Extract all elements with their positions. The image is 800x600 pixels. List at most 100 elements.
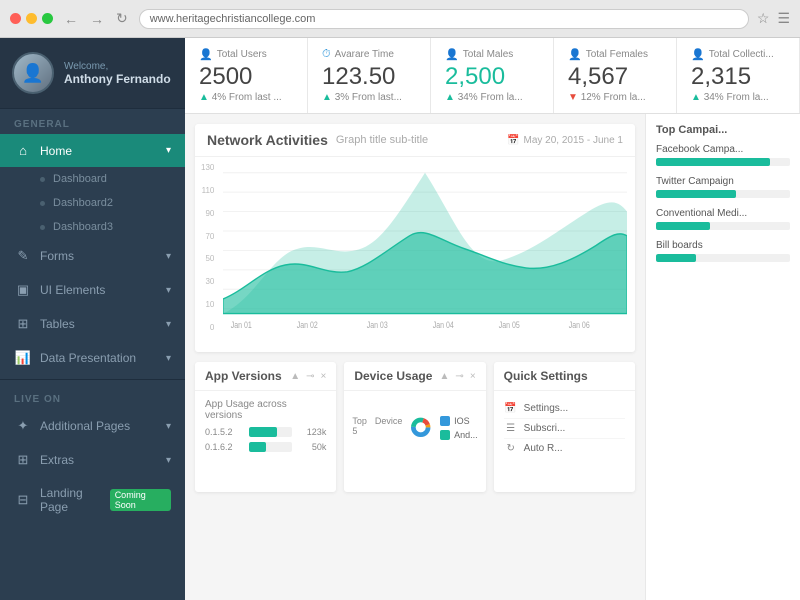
total-females-value: 4,567	[568, 65, 662, 89]
tables-icon: ⊞	[14, 316, 32, 332]
stat-avarare-time: ⏱ Avarare Time 123.50 ▲ 3% From last...	[308, 38, 431, 113]
sidebar-item-tables[interactable]: ⊞ Tables ▾	[0, 307, 185, 341]
chevron-down-icon: ▾	[166, 319, 171, 330]
avarare-time-value: 123.50	[322, 65, 416, 89]
pin-icon[interactable]: ⊸	[455, 371, 463, 382]
star-icon[interactable]: ☆	[757, 10, 770, 27]
version-value-1: 123k	[298, 427, 326, 437]
sidebar-item-additional-pages[interactable]: ✦ Additional Pages ▾	[0, 409, 185, 443]
total-collecti-change: ▲ 34% From la...	[691, 92, 785, 103]
sidebar-item-home[interactable]: ⌂ Home ▾	[0, 134, 185, 167]
sidebar-item-extras-label: Extras	[40, 453, 74, 467]
y-label: 110	[201, 186, 214, 195]
sidebar-item-ui-label: UI Elements	[40, 283, 105, 297]
version-row-2: 0.1.6.2 50k	[205, 442, 326, 452]
quick-settings-title: Quick Settings	[504, 369, 588, 383]
qs-subscri-label: Subscri...	[524, 423, 566, 434]
campaign-bar-bg-billboards	[656, 254, 790, 262]
y-label: 130	[201, 163, 214, 172]
stat-total-females: 👤 Total Females 4,567 ▼ 12% From la...	[554, 38, 677, 113]
network-activities-subtitle: Graph title sub-title	[336, 134, 428, 146]
total-males-value: 2,500	[445, 65, 539, 89]
campaign-twitter: Twitter Campaign	[656, 176, 790, 198]
stats-bar: 👤 Total Users 2500 ▲ 4% From last ... ⏱ …	[185, 38, 800, 114]
sidebar-profile: 👤 Welcome, Anthony Fernando	[0, 38, 185, 109]
main-content: 👤 Total Users 2500 ▲ 4% From last ... ⏱ …	[185, 38, 800, 600]
network-activities-card: Network Activities Graph title sub-title…	[195, 124, 635, 352]
sidebar: 👤 Welcome, Anthony Fernando GENERAL ⌂ Ho…	[0, 38, 185, 600]
total-females-change: ▼ 12% From la...	[568, 92, 662, 103]
campaign-name-conventional: Conventional Medi...	[656, 208, 790, 219]
campaign-bar-fill-billboards	[656, 254, 696, 262]
campaign-name-facebook: Facebook Campa...	[656, 144, 790, 155]
up-icon[interactable]: ▲	[290, 371, 300, 382]
y-axis: 130 110 90 70 50 30 10 0	[197, 163, 218, 332]
sidebar-sub-dashboard3[interactable]: Dashboard3	[0, 215, 185, 239]
refresh-button[interactable]: ↻	[113, 10, 131, 27]
general-section-label: GENERAL	[0, 109, 185, 134]
up-icon[interactable]: ▲	[440, 371, 450, 382]
campaign-bar-bg-conventional	[656, 222, 790, 230]
top5-label: Top 5	[352, 416, 367, 436]
close-icon[interactable]: ×	[320, 371, 326, 382]
forward-button[interactable]: →	[87, 11, 107, 27]
sidebar-item-extras[interactable]: ⊞ Extras ▾	[0, 443, 185, 477]
app-versions-title: App Versions	[205, 369, 282, 383]
address-bar[interactable]: www.heritagechristiancollege.com	[139, 9, 749, 29]
total-collecti-label: Total Collecti...	[709, 49, 774, 60]
svg-text:Jan 02: Jan 02	[297, 320, 318, 330]
total-males-change: ▲ 34% From la...	[445, 92, 539, 103]
welcome-label: Welcome,	[64, 61, 173, 72]
content-left: Network Activities Graph title sub-title…	[185, 114, 645, 600]
total-users-value: 2500	[199, 65, 293, 89]
version-label-1: 0.1.5.2	[205, 427, 243, 437]
browser-chrome: ← → ↻ www.heritagechristiancollege.com ☆…	[0, 0, 800, 38]
qs-settings-label: Settings...	[524, 403, 568, 414]
up-arrow-icon: ▲	[322, 92, 332, 103]
network-chart-svg: Jan 01 Jan 02 Jan 03 Jan 04 Jan 05 Jan 0…	[223, 163, 627, 333]
sidebar-item-forms[interactable]: ✎ Forms ▾	[0, 239, 185, 273]
version-bar-bg-1	[249, 427, 292, 437]
campaign-facebook: Facebook Campa...	[656, 144, 790, 166]
back-button[interactable]: ←	[61, 11, 81, 27]
qs-item-settings[interactable]: 📅 Settings...	[504, 399, 625, 419]
app-versions-header: App Versions ▲ ⊸ ×	[195, 362, 336, 391]
menu-icon[interactable]: ☰	[777, 10, 790, 27]
campaign-name-billboards: Bill boards	[656, 240, 790, 251]
stat-total-users: 👤 Total Users 2500 ▲ 4% From last ...	[185, 38, 308, 113]
y-label: 0	[201, 323, 214, 332]
sidebar-item-data-presentation[interactable]: 📊 Data Presentation ▾	[0, 341, 185, 375]
live-section-label: LIVE ON	[0, 384, 185, 409]
chevron-down-icon: ▾	[166, 251, 171, 262]
calendar-icon: 📅	[507, 135, 519, 146]
sidebar-item-landing-page[interactable]: ⊟ Landing Page Coming Soon	[0, 477, 185, 523]
version-bar-fill-2	[249, 442, 266, 452]
campaign-bar-bg-facebook	[656, 158, 790, 166]
up-arrow-icon: ▲	[691, 92, 701, 103]
device-usage-body: Top 5 Device	[344, 391, 485, 464]
sidebar-sub-dashboard[interactable]: Dashboard	[0, 167, 185, 191]
maximize-dot[interactable]	[42, 13, 53, 24]
close-dot[interactable]	[10, 13, 21, 24]
y-label: 30	[201, 277, 214, 286]
avatar: 👤	[12, 52, 54, 94]
time-icon: ⏱	[322, 48, 331, 61]
campaign-bar-fill-facebook	[656, 158, 770, 166]
chevron-down-icon: ▾	[166, 455, 171, 466]
additional-pages-icon: ✦	[14, 418, 32, 434]
y-label: 90	[201, 209, 214, 218]
pin-icon[interactable]: ⊸	[306, 371, 314, 382]
network-chart-container: 130 110 90 70 50 30 10 0	[195, 157, 635, 352]
minimize-dot[interactable]	[26, 13, 37, 24]
close-icon[interactable]: ×	[470, 371, 476, 382]
data-icon: 📊	[14, 350, 32, 366]
app-versions-actions: ▲ ⊸ ×	[290, 371, 326, 382]
qs-item-subscri[interactable]: ☰ Subscri...	[504, 419, 625, 439]
sidebar-item-ui-elements[interactable]: ▣ UI Elements ▾	[0, 273, 185, 307]
sidebar-item-additional-pages-label: Additional Pages	[40, 419, 130, 433]
up-arrow-icon: ▲	[199, 92, 209, 103]
campaign-conventional: Conventional Medi...	[656, 208, 790, 230]
qs-item-auto[interactable]: ↻ Auto R...	[504, 439, 625, 458]
sidebar-sub-dashboard2[interactable]: Dashboard2	[0, 191, 185, 215]
campaign-name-twitter: Twitter Campaign	[656, 176, 790, 187]
